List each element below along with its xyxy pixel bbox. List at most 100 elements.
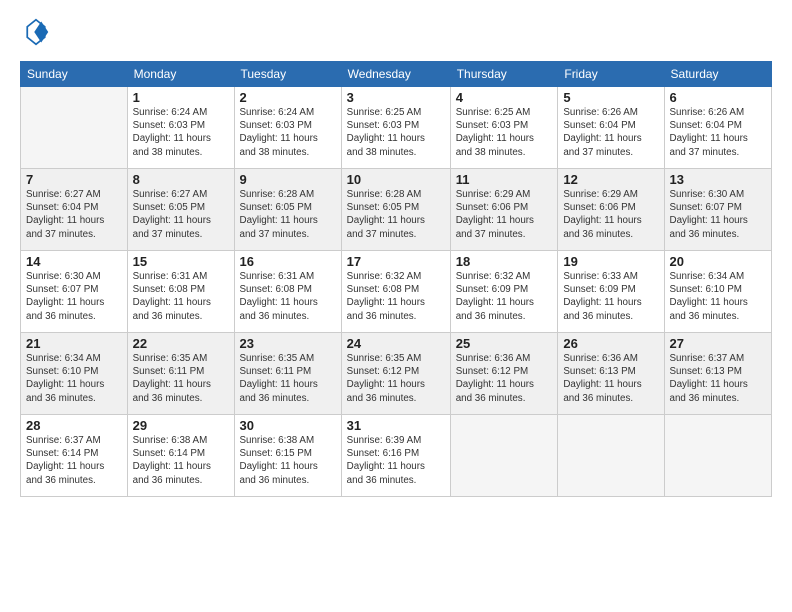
calendar-cell <box>558 415 664 497</box>
day-info: Sunrise: 6:31 AM Sunset: 6:08 PM Dayligh… <box>133 270 229 323</box>
calendar-cell: 4Sunrise: 6:25 AM Sunset: 6:03 PM Daylig… <box>450 87 558 169</box>
day-number: 13 <box>670 172 766 187</box>
calendar-cell: 27Sunrise: 6:37 AM Sunset: 6:13 PM Dayli… <box>664 333 771 415</box>
calendar-header-thursday: Thursday <box>450 62 558 87</box>
logo-icon <box>22 18 50 46</box>
day-number: 19 <box>563 254 658 269</box>
calendar-header-tuesday: Tuesday <box>234 62 341 87</box>
calendar-cell: 23Sunrise: 6:35 AM Sunset: 6:11 PM Dayli… <box>234 333 341 415</box>
day-info: Sunrise: 6:38 AM Sunset: 6:14 PM Dayligh… <box>133 434 229 487</box>
calendar-header-sunday: Sunday <box>21 62 128 87</box>
day-info: Sunrise: 6:28 AM Sunset: 6:05 PM Dayligh… <box>240 188 336 241</box>
calendar-cell: 11Sunrise: 6:29 AM Sunset: 6:06 PM Dayli… <box>450 169 558 251</box>
calendar-header-monday: Monday <box>127 62 234 87</box>
calendar-cell: 19Sunrise: 6:33 AM Sunset: 6:09 PM Dayli… <box>558 251 664 333</box>
day-info: Sunrise: 6:32 AM Sunset: 6:08 PM Dayligh… <box>347 270 445 323</box>
day-number: 8 <box>133 172 229 187</box>
day-number: 22 <box>133 336 229 351</box>
day-number: 21 <box>26 336 122 351</box>
day-info: Sunrise: 6:39 AM Sunset: 6:16 PM Dayligh… <box>347 434 445 487</box>
day-number: 16 <box>240 254 336 269</box>
calendar-cell <box>21 87 128 169</box>
day-info: Sunrise: 6:36 AM Sunset: 6:13 PM Dayligh… <box>563 352 658 405</box>
day-info: Sunrise: 6:33 AM Sunset: 6:09 PM Dayligh… <box>563 270 658 323</box>
calendar-cell: 15Sunrise: 6:31 AM Sunset: 6:08 PM Dayli… <box>127 251 234 333</box>
day-info: Sunrise: 6:38 AM Sunset: 6:15 PM Dayligh… <box>240 434 336 487</box>
day-info: Sunrise: 6:31 AM Sunset: 6:08 PM Dayligh… <box>240 270 336 323</box>
calendar-cell: 20Sunrise: 6:34 AM Sunset: 6:10 PM Dayli… <box>664 251 771 333</box>
day-number: 10 <box>347 172 445 187</box>
calendar-cell: 26Sunrise: 6:36 AM Sunset: 6:13 PM Dayli… <box>558 333 664 415</box>
calendar-cell: 21Sunrise: 6:34 AM Sunset: 6:10 PM Dayli… <box>21 333 128 415</box>
calendar-cell: 6Sunrise: 6:26 AM Sunset: 6:04 PM Daylig… <box>664 87 771 169</box>
day-info: Sunrise: 6:29 AM Sunset: 6:06 PM Dayligh… <box>563 188 658 241</box>
calendar-cell: 12Sunrise: 6:29 AM Sunset: 6:06 PM Dayli… <box>558 169 664 251</box>
day-number: 6 <box>670 90 766 105</box>
day-info: Sunrise: 6:24 AM Sunset: 6:03 PM Dayligh… <box>240 106 336 159</box>
calendar-week-row: 7Sunrise: 6:27 AM Sunset: 6:04 PM Daylig… <box>21 169 772 251</box>
calendar-week-row: 28Sunrise: 6:37 AM Sunset: 6:14 PM Dayli… <box>21 415 772 497</box>
page: SundayMondayTuesdayWednesdayThursdayFrid… <box>0 0 792 612</box>
day-number: 4 <box>456 90 553 105</box>
day-number: 9 <box>240 172 336 187</box>
day-info: Sunrise: 6:37 AM Sunset: 6:13 PM Dayligh… <box>670 352 766 405</box>
day-info: Sunrise: 6:27 AM Sunset: 6:05 PM Dayligh… <box>133 188 229 241</box>
calendar-header-saturday: Saturday <box>664 62 771 87</box>
day-number: 12 <box>563 172 658 187</box>
calendar-cell: 14Sunrise: 6:30 AM Sunset: 6:07 PM Dayli… <box>21 251 128 333</box>
day-number: 1 <box>133 90 229 105</box>
calendar-cell: 7Sunrise: 6:27 AM Sunset: 6:04 PM Daylig… <box>21 169 128 251</box>
day-number: 23 <box>240 336 336 351</box>
calendar-cell: 16Sunrise: 6:31 AM Sunset: 6:08 PM Dayli… <box>234 251 341 333</box>
day-info: Sunrise: 6:24 AM Sunset: 6:03 PM Dayligh… <box>133 106 229 159</box>
day-number: 20 <box>670 254 766 269</box>
calendar-header-wednesday: Wednesday <box>341 62 450 87</box>
day-number: 3 <box>347 90 445 105</box>
day-number: 14 <box>26 254 122 269</box>
day-number: 17 <box>347 254 445 269</box>
calendar-cell: 8Sunrise: 6:27 AM Sunset: 6:05 PM Daylig… <box>127 169 234 251</box>
day-number: 26 <box>563 336 658 351</box>
calendar-cell: 5Sunrise: 6:26 AM Sunset: 6:04 PM Daylig… <box>558 87 664 169</box>
day-number: 27 <box>670 336 766 351</box>
day-info: Sunrise: 6:30 AM Sunset: 6:07 PM Dayligh… <box>26 270 122 323</box>
calendar-cell: 13Sunrise: 6:30 AM Sunset: 6:07 PM Dayli… <box>664 169 771 251</box>
calendar-cell: 2Sunrise: 6:24 AM Sunset: 6:03 PM Daylig… <box>234 87 341 169</box>
day-info: Sunrise: 6:30 AM Sunset: 6:07 PM Dayligh… <box>670 188 766 241</box>
day-info: Sunrise: 6:35 AM Sunset: 6:12 PM Dayligh… <box>347 352 445 405</box>
calendar-cell: 31Sunrise: 6:39 AM Sunset: 6:16 PM Dayli… <box>341 415 450 497</box>
calendar-cell: 29Sunrise: 6:38 AM Sunset: 6:14 PM Dayli… <box>127 415 234 497</box>
day-number: 2 <box>240 90 336 105</box>
day-number: 7 <box>26 172 122 187</box>
day-number: 29 <box>133 418 229 433</box>
calendar-cell <box>664 415 771 497</box>
calendar-table: SundayMondayTuesdayWednesdayThursdayFrid… <box>20 61 772 497</box>
day-info: Sunrise: 6:32 AM Sunset: 6:09 PM Dayligh… <box>456 270 553 323</box>
calendar-week-row: 14Sunrise: 6:30 AM Sunset: 6:07 PM Dayli… <box>21 251 772 333</box>
day-info: Sunrise: 6:36 AM Sunset: 6:12 PM Dayligh… <box>456 352 553 405</box>
calendar-header-friday: Friday <box>558 62 664 87</box>
day-info: Sunrise: 6:34 AM Sunset: 6:10 PM Dayligh… <box>26 352 122 405</box>
day-info: Sunrise: 6:25 AM Sunset: 6:03 PM Dayligh… <box>347 106 445 159</box>
day-info: Sunrise: 6:37 AM Sunset: 6:14 PM Dayligh… <box>26 434 122 487</box>
calendar-cell: 30Sunrise: 6:38 AM Sunset: 6:15 PM Dayli… <box>234 415 341 497</box>
calendar-cell <box>450 415 558 497</box>
day-number: 15 <box>133 254 229 269</box>
day-info: Sunrise: 6:27 AM Sunset: 6:04 PM Dayligh… <box>26 188 122 241</box>
calendar-cell: 24Sunrise: 6:35 AM Sunset: 6:12 PM Dayli… <box>341 333 450 415</box>
day-number: 31 <box>347 418 445 433</box>
calendar-cell: 18Sunrise: 6:32 AM Sunset: 6:09 PM Dayli… <box>450 251 558 333</box>
day-number: 11 <box>456 172 553 187</box>
day-info: Sunrise: 6:34 AM Sunset: 6:10 PM Dayligh… <box>670 270 766 323</box>
logo <box>20 18 54 51</box>
calendar-week-row: 21Sunrise: 6:34 AM Sunset: 6:10 PM Dayli… <box>21 333 772 415</box>
day-info: Sunrise: 6:26 AM Sunset: 6:04 PM Dayligh… <box>670 106 766 159</box>
day-info: Sunrise: 6:28 AM Sunset: 6:05 PM Dayligh… <box>347 188 445 241</box>
calendar-header-row: SundayMondayTuesdayWednesdayThursdayFrid… <box>21 62 772 87</box>
calendar-cell: 3Sunrise: 6:25 AM Sunset: 6:03 PM Daylig… <box>341 87 450 169</box>
calendar-cell: 28Sunrise: 6:37 AM Sunset: 6:14 PM Dayli… <box>21 415 128 497</box>
day-number: 24 <box>347 336 445 351</box>
day-number: 30 <box>240 418 336 433</box>
calendar-cell: 22Sunrise: 6:35 AM Sunset: 6:11 PM Dayli… <box>127 333 234 415</box>
day-info: Sunrise: 6:35 AM Sunset: 6:11 PM Dayligh… <box>133 352 229 405</box>
